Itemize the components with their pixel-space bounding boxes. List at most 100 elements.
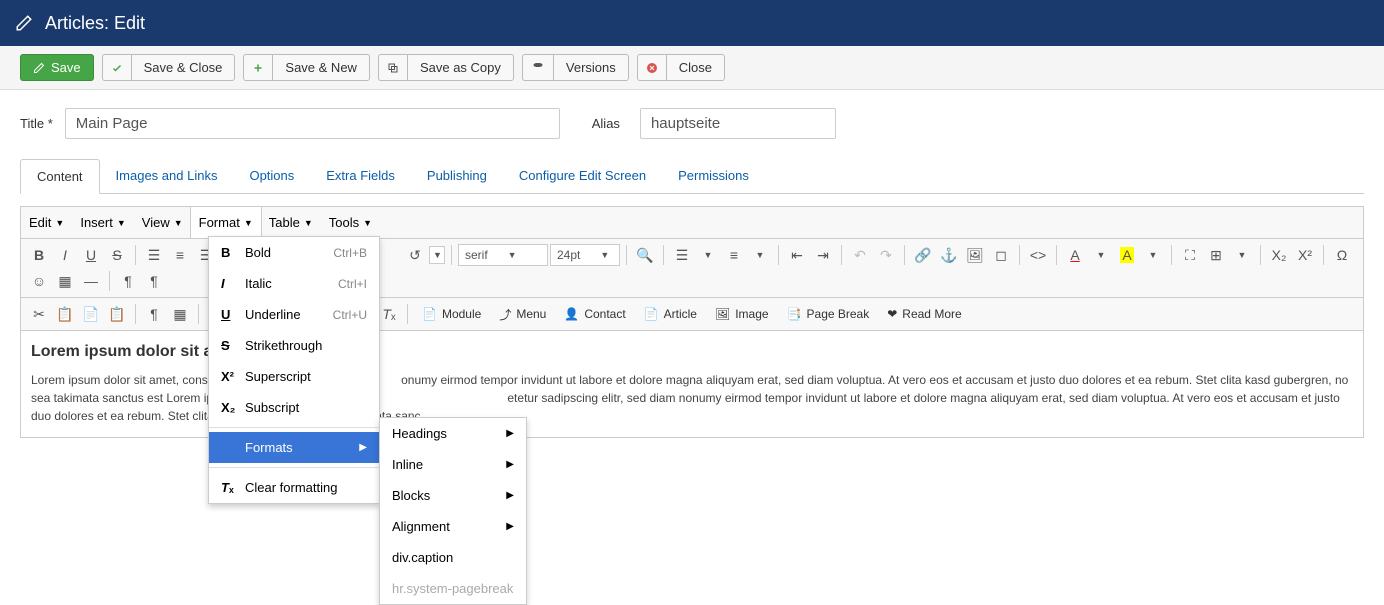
alias-input[interactable] [640,108,836,139]
strike-icon[interactable]: S [105,243,129,267]
break-icon: 📑 [787,307,802,321]
menu-view[interactable]: View▼ [134,207,191,238]
close-button[interactable]: Close [637,54,725,81]
save-button[interactable]: Save [20,54,94,81]
read-more-button[interactable]: ❤Read More [879,304,969,324]
paste-text-icon[interactable]: 📋 [105,302,129,326]
undo-icon[interactable]: ↶ [848,243,872,267]
format-formats[interactable]: Formats▶ [209,432,379,463]
bookmark-icon[interactable]: ◻ [989,243,1013,267]
image-button[interactable]: 🖼Image [707,304,777,324]
omega-icon[interactable]: Ω [1330,243,1354,267]
format-italic[interactable]: IItalicCtrl+I [209,268,379,299]
formats-divcaption[interactable]: div.caption [380,542,526,573]
format-strike[interactable]: SStrikethrough [209,330,379,361]
tab-configure[interactable]: Configure Edit Screen [503,159,662,193]
bold-icon[interactable]: B [27,243,51,267]
format-underline[interactable]: UUnderlineCtrl+U [209,299,379,330]
title-input[interactable] [65,108,560,139]
redo-icon[interactable]: ↷ [874,243,898,267]
underline-icon[interactable]: U [79,243,103,267]
italic-icon[interactable]: I [53,243,77,267]
format-bold[interactable]: BBoldCtrl+B [209,237,379,268]
tab-options[interactable]: Options [233,159,310,193]
caret-icon[interactable]: ▼ [748,243,772,267]
italic-icon: I [221,276,239,291]
menu-insert[interactable]: Insert▼ [72,207,133,238]
fullscreen-icon[interactable]: ⛶ [1178,243,1202,267]
number-list-icon[interactable]: ≡ [722,243,746,267]
bullet-list-icon[interactable]: ☰ [670,243,694,267]
caret-icon[interactable]: ▼ [1089,243,1113,267]
copy-icon[interactable]: 📋 [53,302,77,326]
paste-icon[interactable]: 📄 [79,302,103,326]
rtl-icon[interactable]: ¶ [142,269,166,293]
format-clear[interactable]: TₓClear formatting [209,472,379,503]
article-button[interactable]: 📄Article [636,304,705,324]
tab-content[interactable]: Content [20,159,100,194]
chevron-right-icon: ▶ [506,428,514,439]
tab-extra[interactable]: Extra Fields [310,159,411,193]
cut-icon[interactable]: ✂ [27,302,51,326]
plus-icon [252,62,264,74]
caret-icon[interactable]: ▼ [696,243,720,267]
menu-edit[interactable]: Edit▼ [21,207,72,238]
save-new-button[interactable]: Save & New [243,54,370,81]
para-icon[interactable]: ¶ [142,302,166,326]
font-size-select[interactable]: 24pt▼ [550,244,620,266]
caret-icon: ▼ [363,218,372,228]
format-superscript[interactable]: X²Superscript [209,361,379,392]
ltr-icon[interactable]: ¶ [116,269,140,293]
clear-format-icon[interactable]: Tₓ [377,302,401,326]
anchor-icon[interactable]: ⚓ [937,243,961,267]
caret-icon[interactable]: ▼ [1141,243,1165,267]
code-icon[interactable]: <> [1026,243,1050,267]
formats-blocks[interactable]: Blocks▶ [380,480,526,511]
emoji-icon[interactable]: ☺ [27,269,51,293]
caret-icon[interactable]: ▼ [1230,243,1254,267]
contact-button[interactable]: 👤Contact [556,304,633,324]
table-icon[interactable]: ⊞ [1204,243,1228,267]
save-label: Save [51,60,81,75]
page-title: Articles: Edit [45,13,145,34]
page-break-button[interactable]: 📑Page Break [779,304,878,324]
formats-headings[interactable]: Headings▶ [380,418,526,449]
format-subscript[interactable]: X₂Subscript [209,392,379,423]
subscript-icon[interactable]: X₂ [1267,243,1291,267]
tab-images[interactable]: Images and Links [100,159,234,193]
align-center-icon[interactable]: ≡ [168,243,192,267]
media-icon[interactable]: ▦ [53,269,77,293]
menu-table[interactable]: Table▼ [261,207,321,238]
align-left-icon[interactable]: ☰ [142,243,166,267]
block-icon[interactable]: ▦ [168,302,192,326]
tab-publishing[interactable]: Publishing [411,159,503,193]
module-button[interactable]: 📄Module [414,304,489,324]
save-close-button[interactable]: Save & Close [102,54,236,81]
image-icon[interactable]: 🖼 [963,243,987,267]
menu-format[interactable]: Format▼ [190,207,262,238]
formats-hr[interactable]: hr.system-pagebreak [380,573,526,604]
tab-permissions[interactable]: Permissions [662,159,765,193]
menu-tools[interactable]: Tools▼ [321,207,380,238]
text-color-icon[interactable]: A [1063,243,1087,267]
versions-button[interactable]: Versions [522,54,629,81]
outdent-icon[interactable]: ⇤ [785,243,809,267]
user-icon: 👤 [564,307,579,321]
history-icon[interactable]: ↺ [403,243,427,267]
find-icon[interactable]: 🔍 [633,243,657,267]
superscript-icon[interactable]: X² [1293,243,1317,267]
menu-button[interactable]: ⤴Menu [491,303,554,326]
caret-icon: ▼ [244,218,253,228]
save-copy-button[interactable]: Save as Copy [378,54,514,81]
hr-icon[interactable]: — [79,269,103,293]
indent-icon[interactable]: ⇥ [811,243,835,267]
versions-label: Versions [553,54,629,81]
font-family-select[interactable]: serif▼ [458,244,548,266]
dropdown-caret[interactable]: ▼ [429,246,445,264]
bg-color-icon[interactable]: A [1115,243,1139,267]
formats-alignment[interactable]: Alignment▶ [380,511,526,542]
link-icon[interactable]: 🔗 [911,243,935,267]
archive-icon [531,62,545,74]
strike-icon: S [221,338,239,353]
formats-inline[interactable]: Inline▶ [380,449,526,480]
